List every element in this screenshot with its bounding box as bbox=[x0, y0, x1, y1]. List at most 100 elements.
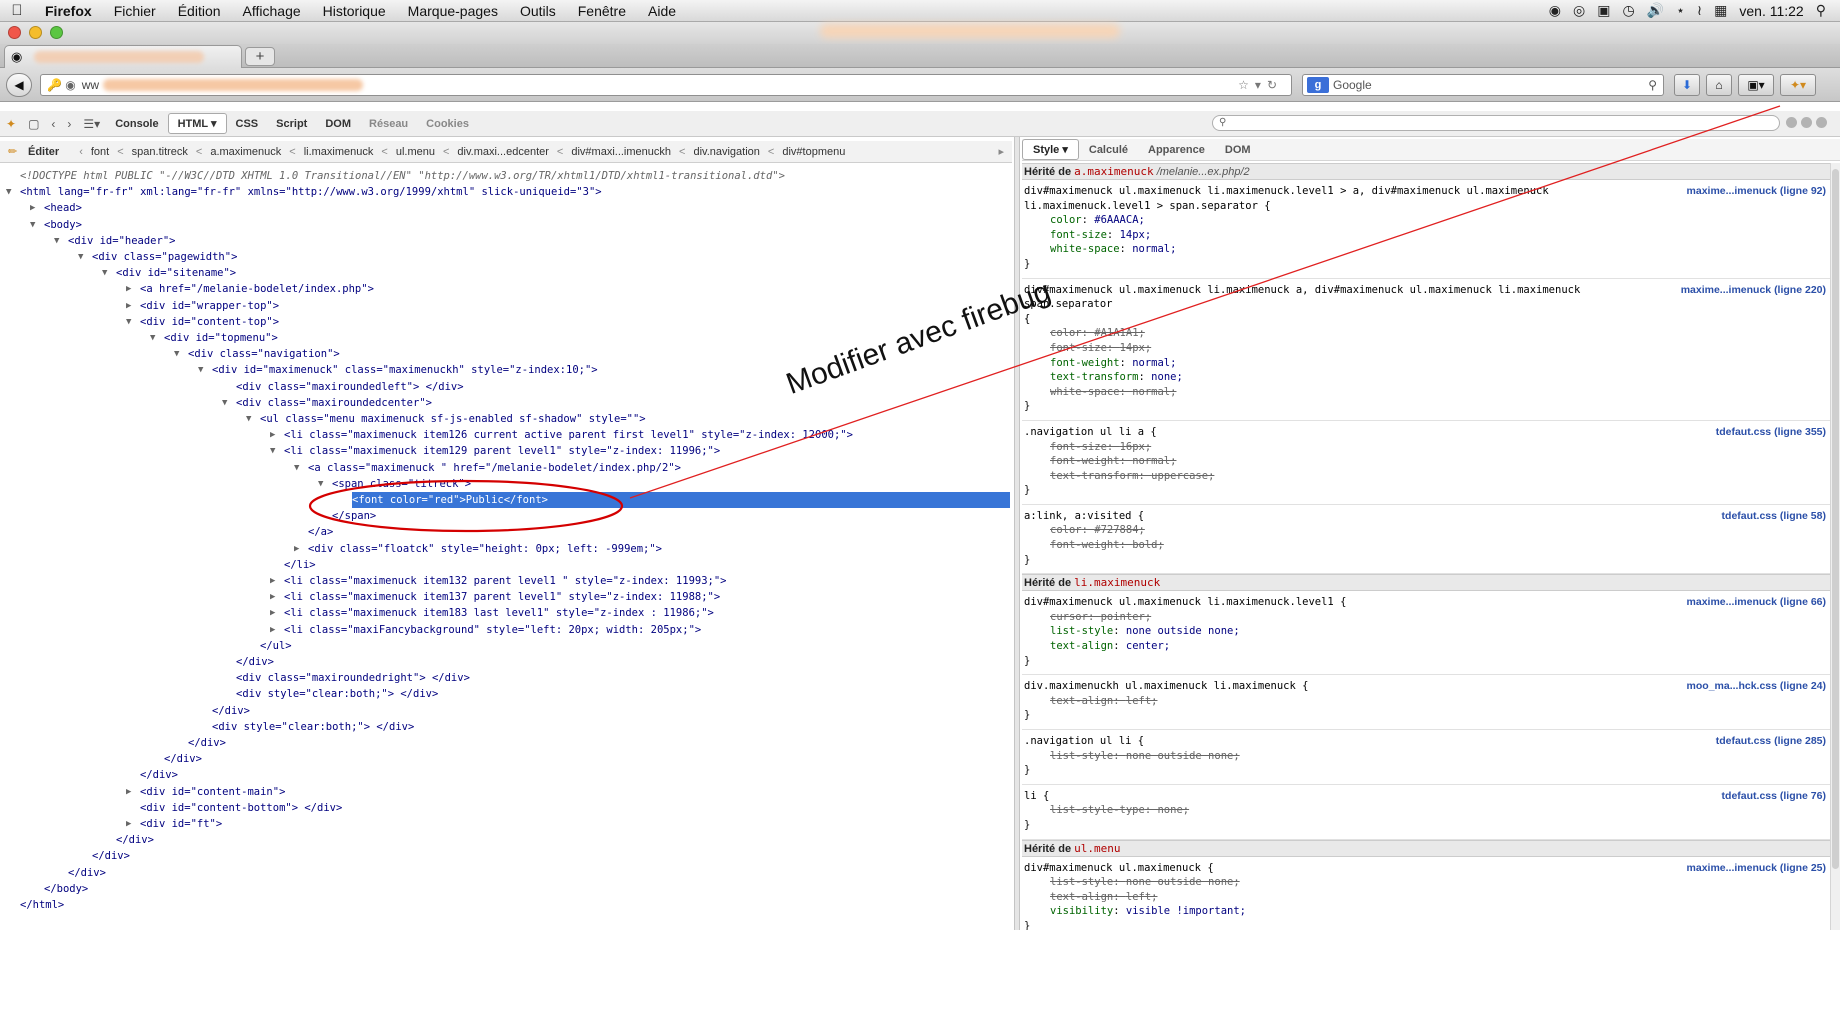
crumb-a[interactable]: a.maximenuck bbox=[210, 146, 281, 158]
scroll-left-icon[interactable]: ‹ bbox=[71, 146, 91, 158]
tree-node-row[interactable]: <div id="wrapper-top"> bbox=[140, 298, 279, 314]
tree-node-row[interactable]: <li class="maximenuck item129 parent lev… bbox=[284, 443, 720, 459]
overridden-property[interactable]: font-weight: bold; bbox=[1024, 538, 1830, 553]
screenshot-icon[interactable]: ▣▾ bbox=[1738, 74, 1774, 96]
firebug-search-input[interactable]: ⚲ bbox=[1212, 115, 1780, 131]
property-name[interactable]: font-size bbox=[1050, 441, 1107, 453]
tree-node-row[interactable]: <a class="maximenuck " href="/melanie-bo… bbox=[308, 460, 681, 476]
tree-node-row[interactable]: </div> bbox=[212, 703, 250, 719]
tree-node-row[interactable]: </li> bbox=[284, 557, 316, 573]
tree-node-row[interactable]: <body> bbox=[44, 217, 82, 233]
property-name[interactable]: list-style bbox=[1050, 750, 1113, 762]
overridden-property[interactable]: white-space: normal; bbox=[1024, 385, 1830, 400]
back-icon[interactable]: ‹ bbox=[45, 117, 61, 131]
property-name[interactable]: list-style bbox=[1050, 876, 1113, 888]
property-value[interactable]: none; bbox=[1157, 804, 1189, 816]
overridden-property[interactable]: list-style: none outside none; bbox=[1024, 875, 1830, 890]
property-value[interactable]: normal; bbox=[1132, 357, 1176, 369]
css-property[interactable]: font-size: 14px; bbox=[1024, 228, 1830, 243]
tree-node-row[interactable]: </div> bbox=[68, 865, 106, 881]
spotlight-icon[interactable]: ⚲ bbox=[1816, 2, 1826, 19]
property-value[interactable]: center; bbox=[1126, 640, 1170, 652]
volume-icon[interactable]: 🔊 bbox=[1647, 2, 1664, 19]
property-value[interactable]: left; bbox=[1126, 695, 1158, 707]
tree-node-row[interactable]: </ul> bbox=[260, 638, 292, 654]
crumb-div-menu[interactable]: div#maxi...imenuckh bbox=[571, 146, 671, 158]
tree-node-row[interactable]: <div style="clear:both;"> </div> bbox=[212, 719, 414, 735]
expand-toggle-icon[interactable]: ▶ bbox=[126, 298, 131, 314]
overridden-property[interactable]: font-weight: normal; bbox=[1024, 454, 1830, 469]
expand-toggle-icon[interactable]: ▶ bbox=[270, 573, 275, 589]
property-value[interactable]: visible !important; bbox=[1126, 905, 1246, 917]
crumb-div-center[interactable]: div.maxi...edcenter bbox=[457, 146, 549, 158]
inherited-element-link[interactable]: li.maximenuck bbox=[1074, 576, 1160, 589]
property-value[interactable]: 16px; bbox=[1120, 441, 1152, 453]
collapse-toggle-icon[interactable]: ▼ bbox=[294, 460, 299, 476]
property-name[interactable]: font-weight bbox=[1050, 357, 1120, 369]
expand-toggle-icon[interactable]: ▶ bbox=[270, 589, 275, 605]
property-name[interactable]: text-align bbox=[1050, 640, 1113, 652]
expand-toggle-icon[interactable]: ▶ bbox=[294, 541, 299, 557]
collapse-toggle-icon[interactable]: ▼ bbox=[78, 249, 83, 265]
collapse-toggle-icon[interactable]: ▼ bbox=[102, 265, 107, 281]
expand-toggle-icon[interactable]: ▶ bbox=[270, 605, 275, 621]
tab-calcule[interactable]: Calculé bbox=[1079, 141, 1138, 159]
overridden-property[interactable]: text-transform: uppercase; bbox=[1024, 469, 1830, 484]
list-icon[interactable]: ☰▾ bbox=[77, 117, 106, 131]
property-value[interactable]: normal; bbox=[1132, 386, 1176, 398]
search-icon[interactable]: ⚲ bbox=[1648, 78, 1663, 92]
expand-toggle-icon[interactable]: ▶ bbox=[30, 200, 35, 216]
property-value[interactable]: none outside none; bbox=[1126, 876, 1240, 888]
menu-marque-pages[interactable]: Marque-pages bbox=[397, 3, 509, 19]
tab-html[interactable]: HTML ▾ bbox=[167, 113, 227, 134]
tab-console[interactable]: Console bbox=[106, 115, 167, 133]
rule-selector[interactable]: li { bbox=[1024, 789, 1674, 804]
rule-selector[interactable]: div#maximenuck ul.maximenuck li.maximenu… bbox=[1024, 184, 1674, 213]
overridden-property[interactable]: text-align: left; bbox=[1024, 694, 1830, 709]
collapse-toggle-icon[interactable]: ▼ bbox=[270, 443, 275, 459]
property-name[interactable]: font-weight bbox=[1050, 539, 1120, 551]
css-property[interactable]: text-transform: none; bbox=[1024, 370, 1830, 385]
property-name[interactable]: white-space bbox=[1050, 243, 1120, 255]
firebug-menu-icon[interactable]: ✦ bbox=[0, 117, 22, 131]
property-value[interactable]: uppercase; bbox=[1151, 470, 1214, 482]
tree-node-row[interactable]: <div class="navigation"> bbox=[188, 346, 340, 362]
tree-node-row[interactable]: </a> bbox=[308, 524, 333, 540]
tree-node-row[interactable]: </span> bbox=[332, 508, 376, 524]
expand-toggle-icon[interactable]: ▶ bbox=[270, 622, 275, 638]
property-value[interactable]: #727884; bbox=[1094, 524, 1145, 536]
collapse-toggle-icon[interactable]: ▼ bbox=[222, 395, 227, 411]
expand-toggle-icon[interactable]: ▶ bbox=[126, 816, 131, 832]
expand-toggle-icon[interactable]: ▶ bbox=[270, 427, 275, 443]
tree-node-row[interactable]: <div id="header"> bbox=[68, 233, 175, 249]
crumb-div-navigation[interactable]: div.navigation bbox=[693, 146, 759, 158]
rule-source-link[interactable]: tdefaut.css (ligne 355) bbox=[1716, 425, 1826, 440]
rule-selector[interactable]: a:link, a:visited { bbox=[1024, 509, 1674, 524]
property-name[interactable]: text-align bbox=[1050, 695, 1113, 707]
tab-side-dom[interactable]: DOM bbox=[1215, 141, 1261, 159]
tab-style[interactable]: Style ▾ bbox=[1022, 139, 1079, 160]
apple-icon[interactable]:  bbox=[0, 2, 34, 19]
property-name[interactable]: list-style bbox=[1050, 625, 1113, 637]
rules-scrollbar[interactable] bbox=[1830, 163, 1840, 930]
scrollbar-thumb[interactable] bbox=[1832, 169, 1839, 869]
tree-node-row[interactable]: <li class="maximenuck item137 parent lev… bbox=[284, 589, 720, 605]
tree-node-row[interactable]: <li class="maximenuck item126 current ac… bbox=[284, 427, 853, 443]
clock-app-icon[interactable]: ◎ bbox=[1573, 2, 1585, 19]
rule-selector[interactable]: div.maximenuckh ul.maximenuck li.maximen… bbox=[1024, 679, 1674, 694]
property-name[interactable]: font-weight bbox=[1050, 455, 1120, 467]
property-name[interactable]: color bbox=[1050, 214, 1082, 226]
collapse-toggle-icon[interactable]: ▼ bbox=[126, 314, 131, 330]
css-property[interactable]: text-align: center; bbox=[1024, 639, 1830, 654]
expand-toggle-icon[interactable]: ▶ bbox=[126, 784, 131, 800]
overridden-property[interactable]: list-style: none outside none; bbox=[1024, 749, 1830, 764]
sync-icon[interactable]: ◉ bbox=[1549, 2, 1561, 19]
tree-node-row[interactable]: </div> bbox=[236, 654, 274, 670]
back-button[interactable]: ◀ bbox=[6, 73, 32, 97]
flag-icon[interactable]: ▦ bbox=[1714, 2, 1727, 19]
css-property[interactable]: visibility: visible !important; bbox=[1024, 904, 1830, 919]
overridden-property[interactable]: text-align: left; bbox=[1024, 890, 1830, 905]
inspect-icon[interactable]: ▢ bbox=[22, 117, 45, 131]
collapse-toggle-icon[interactable]: ▼ bbox=[246, 411, 251, 427]
new-tab-button[interactable]: + bbox=[245, 47, 275, 66]
